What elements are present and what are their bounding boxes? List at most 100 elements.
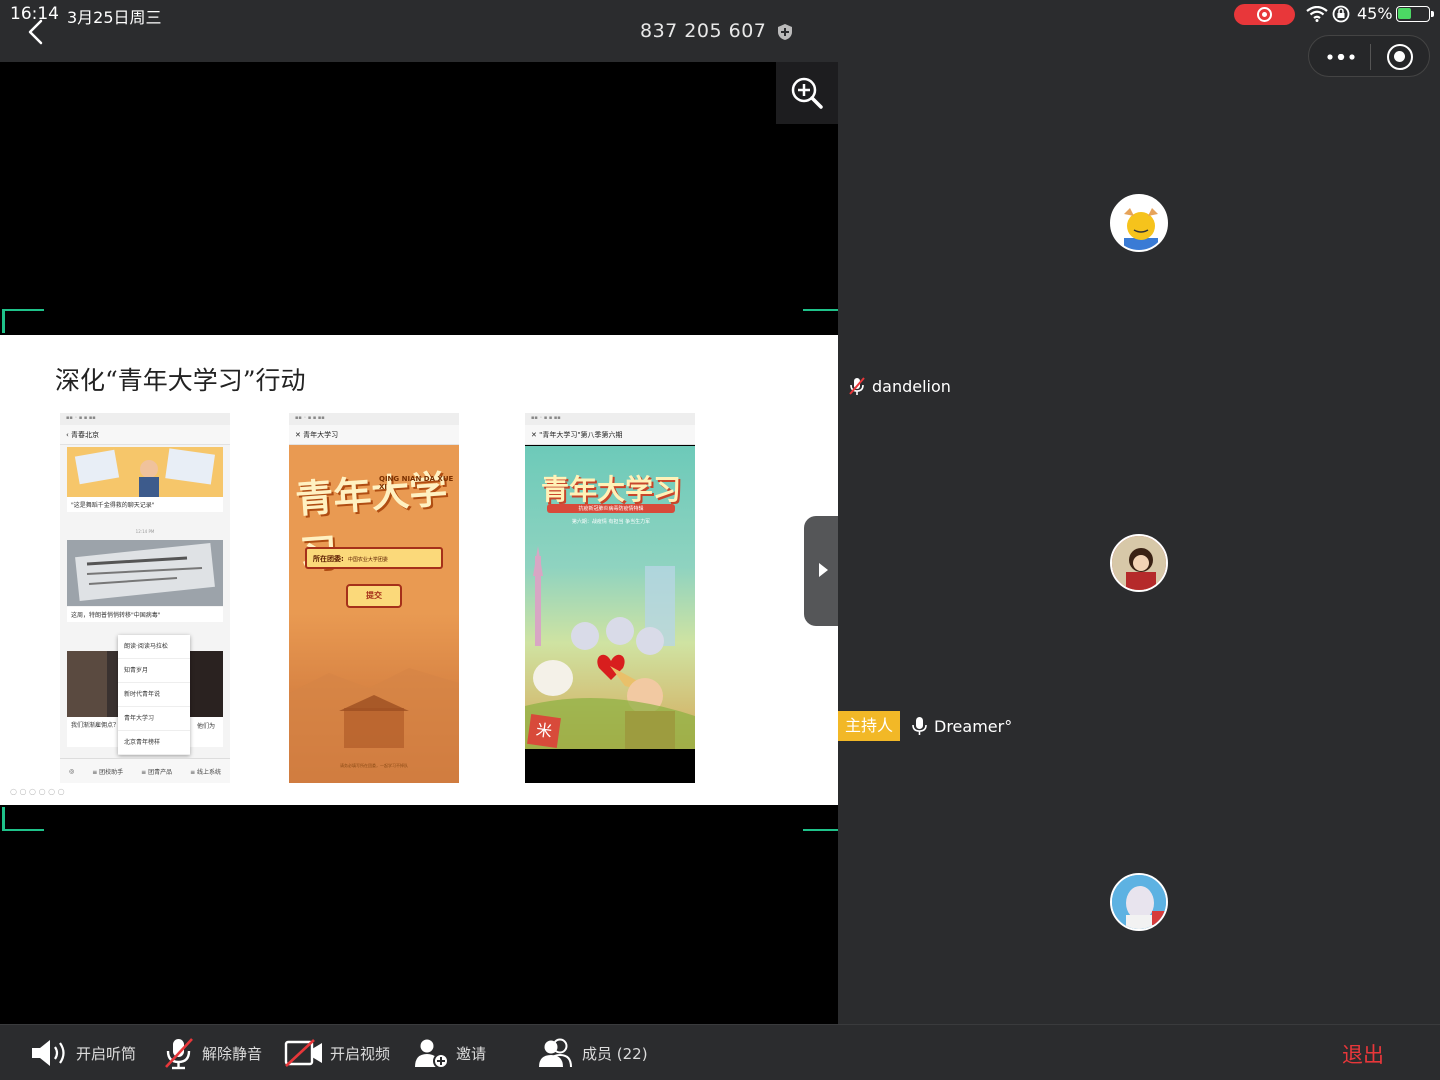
unmute-button[interactable]: 解除静音 <box>162 1025 262 1080</box>
popup-menu-item: 北京青年榜样 <box>118 731 190 755</box>
minimize-meeting-icon[interactable] <box>1387 44 1413 70</box>
news-image-cartoon <box>67 447 223 497</box>
start-video-button[interactable]: 开启视频 <box>284 1025 390 1080</box>
share-frame-corner <box>2 807 44 831</box>
back-icon[interactable] <box>22 18 50 46</box>
phone-nav-title: 青春北京 <box>71 431 100 439</box>
mic-muted-icon <box>165 1038 193 1070</box>
unmute-label: 解除静音 <box>202 1044 263 1063</box>
more-icon[interactable] <box>1327 54 1355 60</box>
expand-panel-handle[interactable] <box>804 516 838 626</box>
presentation-slide: 深化“青年大学习”行动 ▪▪ ◦ ▪ ▪ ▪▪ ‹ 青春北京 "这是舞蹈千金得救… <box>0 335 838 805</box>
recording-indicator[interactable] <box>1234 4 1295 25</box>
zoom-in-icon <box>791 77 823 109</box>
avatar-anime-icon <box>1112 536 1166 590</box>
campaign-pinyin: QING NIAN DA XUE XI <box>379 475 454 491</box>
submit-button-image: 提交 <box>346 584 402 608</box>
mic-muted-icon <box>849 377 865 395</box>
poster-subtitle: 第六期：战疫情 有担当 争当生力军 <box>571 519 651 525</box>
news-caption: 这周，特朗普悄悄转移"中国病毒" <box>67 607 223 622</box>
organization-value: 中国农业大学团委 <box>347 557 388 563</box>
battery-icon <box>1396 6 1430 22</box>
poster-title: 青年大学习 <box>541 473 682 506</box>
date: 3月25日周三 <box>67 8 162 27</box>
news-caption-right: 他们为 <box>196 723 215 730</box>
meeting-id[interactable]: 837 205 607 <box>640 20 793 42</box>
slide-toolbar-faint: ○ ○ ○ ○ ○ ○ <box>10 787 65 796</box>
poster-subtitle: 抗疫新冠肺炎病毒防疫情特辑 <box>547 504 675 513</box>
phone-status-bar: ▪▪ ◦ ▪ ▪ ▪▪ <box>289 413 459 425</box>
screen-share-area[interactable]: 深化“青年大学习”行动 ▪▪ ◦ ▪ ▪ ▪▪ ‹ 青春北京 "这是舞蹈千金得救… <box>0 62 838 1024</box>
phone-nav-bar: ✕ "青年大学习"第八季第六期 <box>525 425 695 445</box>
avatar[interactable] <box>1110 534 1168 592</box>
phone-popup-menu: 朗读·阅读马拉松 知青岁月 新时代青年说 青年大学习 北京青年榜样 <box>118 635 190 755</box>
meeting-screen: 16:14 3月25日周三 837 205 607 45% 深化“青年大学习”行… <box>0 0 1440 1080</box>
share-frame-corner <box>803 807 838 831</box>
camera-off-icon <box>284 1039 322 1067</box>
phone-nav-title: 青年大学习 <box>303 431 339 439</box>
meeting-id-text: 837 205 607 <box>640 20 767 42</box>
start-video-label: 开启视频 <box>330 1044 391 1063</box>
battery-fill <box>1398 8 1411 19</box>
phone-screenshot-form: ▪▪ ◦ ▪ ▪ ▪▪ ✕ 青年大学习 青年大学习 QING NIAN DA X… <box>289 413 459 783</box>
popup-menu-item: 知青岁月 <box>118 659 190 683</box>
participant-name: Dreamer° <box>934 716 1013 736</box>
phone-nav-bar: ✕ 青年大学习 <box>289 425 459 445</box>
news-caption: "这是舞蹈千金得救的聊天记录" <box>67 497 223 512</box>
wifi-icon <box>1306 6 1328 22</box>
avatar[interactable] <box>1110 194 1168 252</box>
poster-illustration: 青年大学习 抗疫新冠肺炎病毒防疫情特辑 第六期：战疫情 有担当 争当生力军 米 <box>525 446 695 749</box>
speaker-label: 开启听筒 <box>76 1044 137 1063</box>
invite-button[interactable]: 邀请 <box>414 1025 486 1080</box>
host-badge: 主持人 <box>838 711 900 741</box>
phone-status-bar: ▪▪ ◦ ▪ ▪ ▪▪ <box>60 413 230 425</box>
poster-rice-badge: 米 <box>527 714 561 748</box>
avatar-character-icon <box>1112 875 1166 929</box>
avatar[interactable] <box>1110 873 1168 931</box>
phone-tab: ◎ <box>68 767 75 775</box>
divider <box>1370 44 1371 70</box>
record-icon <box>1257 7 1272 22</box>
organization-label: 所在团委: <box>313 555 344 563</box>
bottom-toolbar: 开启听筒 解除静音 开启视频 邀请 成员 (22) 退出 <box>0 1024 1440 1080</box>
phone-tab: ≡ 团青产品 <box>141 768 173 776</box>
phone-nav-bar: ‹ 青春北京 <box>60 425 230 445</box>
mic-icon <box>912 717 927 735</box>
shield-icon <box>777 23 792 40</box>
slide-title: 深化“青年大学习”行动 <box>55 366 306 395</box>
phone-tab: ≡ 线上系统 <box>190 768 221 776</box>
phone-tab-bar: ◎ ≡ 团校助手 ≡ 团青产品 ≡ 线上系统 <box>60 758 230 783</box>
battery-percent: 45% <box>1357 4 1393 23</box>
great-wall-illustration <box>289 613 459 783</box>
organization-field: 所在团委: 中国农业大学团委 <box>305 547 443 569</box>
members-button[interactable]: 成员 (22) <box>538 1025 648 1080</box>
phone-screenshot-poster: ▪▪ ◦ ▪ ▪ ▪▪ ✕ "青年大学习"第八季第六期 青年大学习 抗疫新冠肺炎… <box>525 413 695 783</box>
speaker-icon <box>32 1040 65 1066</box>
invite-label: 邀请 <box>456 1044 487 1063</box>
avatar-cartoon-icon <box>1112 196 1166 250</box>
share-frame-corner <box>803 309 838 333</box>
exit-button[interactable]: 退出 <box>1342 1039 1384 1069</box>
battery-tip <box>1431 11 1434 17</box>
form-footer-note: 请务必填写所在团委，一起学习不掉队 <box>340 763 408 768</box>
popup-menu-item: 青年大学习 <box>118 707 190 731</box>
add-user-icon <box>415 1039 449 1069</box>
participant-dandelion[interactable]: dandelion <box>848 376 951 396</box>
speaker-button[interactable]: 开启听筒 <box>30 1025 136 1080</box>
news-image-document <box>67 540 223 606</box>
participant-dreamer[interactable]: Dreamer° <box>910 716 1012 736</box>
status-bar: 16:14 3月25日周三 837 205 607 45% <box>0 0 1440 77</box>
phone-status-bar: ▪▪ ◦ ▪ ▪ ▪▪ <box>525 413 695 425</box>
top-actions <box>1308 35 1430 77</box>
phone-tab: ≡ 团校助手 <box>92 768 124 776</box>
chat-timestamp: 12:14 PM <box>135 529 155 534</box>
phone-screenshot-news: ▪▪ ◦ ▪ ▪ ▪▪ ‹ 青春北京 "这是舞蹈千金得救的聊天记录" 12:14… <box>60 413 230 783</box>
popup-menu-item: 朗读·阅读马拉松 <box>118 635 190 659</box>
members-label: 成员 (22) <box>582 1044 648 1063</box>
members-icon <box>539 1038 572 1068</box>
zoom-button[interactable] <box>776 62 838 124</box>
share-frame-corner <box>2 309 44 333</box>
phone-nav-title: "青年大学习"第八季第六期 <box>539 431 623 439</box>
participant-name: dandelion <box>872 376 951 396</box>
popup-menu-item: 新时代青年说 <box>118 683 190 707</box>
